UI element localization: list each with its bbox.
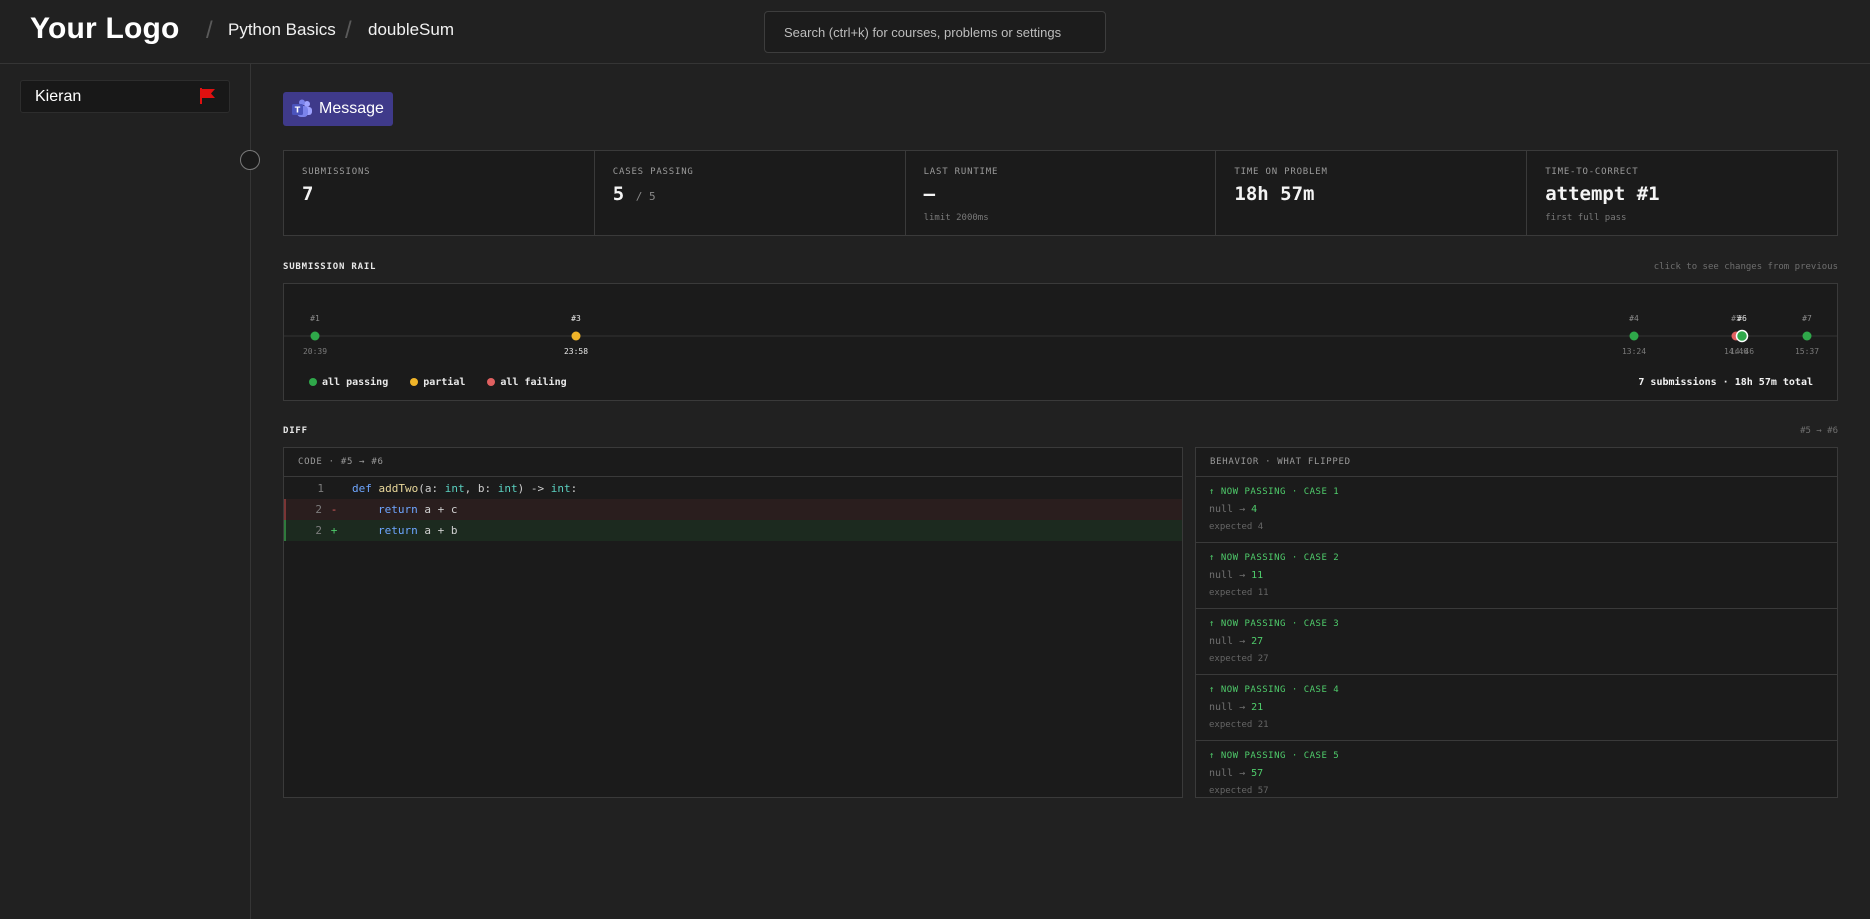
- code-line-deleted: 2- return a + c: [284, 499, 1182, 520]
- svg-text:#7: #7: [1802, 314, 1812, 323]
- sidebar-collapse-toggle[interactable]: [240, 150, 260, 170]
- svg-text:T: T: [295, 106, 301, 115]
- case-item[interactable]: ↑ NOW PASSING · CASE 5 null → 57 expecte…: [1196, 741, 1837, 797]
- stat-cases-passing: CASES PASSING 5 / 5: [595, 151, 906, 235]
- sidebar: [0, 64, 251, 919]
- svg-text:#6: #6: [1737, 314, 1747, 323]
- stat-value: 7: [302, 183, 314, 205]
- legend-fail: all failing: [487, 377, 567, 388]
- rail-total: 7 submissions · 18h 57m total: [1638, 377, 1813, 388]
- diff-title: DIFF: [283, 426, 308, 436]
- case-item[interactable]: ↑ NOW PASSING · CASE 1 null → 4 expected…: [1196, 477, 1837, 543]
- stat-sub: limit 2000ms: [923, 213, 989, 223]
- rail-title: SUBMISSION RAIL: [283, 262, 377, 272]
- breadcrumb-problem[interactable]: doubleSum: [368, 20, 454, 40]
- svg-text:23:58: 23:58: [564, 347, 588, 356]
- behavior-panel: BEHAVIOR · WHAT FLIPPED ↑ NOW PASSING · …: [1195, 447, 1838, 798]
- submission-rail: #1 20:39 #3 23:58 #4 13:24 #5 14:46 #6 14:46 #7 15:…: [283, 283, 1838, 401]
- breadcrumb-separator: /: [345, 17, 352, 44]
- svg-text:15:37: 15:37: [1795, 347, 1819, 356]
- stat-time-on-problem: TIME ON PROBLEM 18h 57m: [1216, 151, 1528, 235]
- breadcrumb-course[interactable]: Python Basics: [228, 20, 336, 40]
- stats-bar: SUBMISSIONS 7 CASES PASSING 5 / 5 LAST R…: [283, 150, 1838, 236]
- rail-submission-4[interactable]: #4 13:24: [1622, 314, 1646, 356]
- stat-value: 18h 57m: [1234, 183, 1315, 205]
- case-item[interactable]: ↑ NOW PASSING · CASE 3 null → 27 expecte…: [1196, 609, 1837, 675]
- case-item[interactable]: ↑ NOW PASSING · CASE 2 null → 11 expecte…: [1196, 543, 1837, 609]
- rail-submission-7[interactable]: #7 15:37: [1795, 314, 1819, 356]
- stat-label: TIME ON PROBLEM: [1234, 167, 1328, 177]
- student-name: Kieran: [35, 87, 82, 105]
- code-diff-panel: CODE · #5 → #6 1 def addTwo(a: int, b: i…: [283, 447, 1183, 798]
- stat-last-runtime: LAST RUNTIME — limit 2000ms: [906, 151, 1217, 235]
- legend-partial: partial: [410, 377, 465, 388]
- breadcrumb-separator: /: [206, 17, 213, 44]
- search-input[interactable]: Search (ctrl+k) for courses, problems or…: [764, 11, 1106, 53]
- code-line-added: 2 + return a + b: [284, 520, 1182, 541]
- flag-icon[interactable]: [200, 88, 215, 104]
- svg-text:13:24: 13:24: [1622, 347, 1646, 356]
- stat-value: —: [923, 183, 936, 205]
- rail-legend: all passing partial all failing: [309, 377, 567, 388]
- stat-sub: first full pass: [1545, 213, 1627, 223]
- message-button[interactable]: T Message: [283, 92, 393, 126]
- top-header: Your Logo / Python Basics / doubleSum Se…: [0, 0, 1870, 64]
- rail-hint: click to see changes from previous: [1653, 262, 1838, 272]
- case-item[interactable]: ↑ NOW PASSING · CASE 4 null → 21 expecte…: [1196, 675, 1837, 741]
- diff-range: #5 → #6: [1800, 426, 1838, 436]
- rail-submission-1[interactable]: #1 20:39: [303, 314, 327, 356]
- svg-text:14:46: 14:46: [1730, 347, 1754, 356]
- code-panel-head: CODE · #5 → #6: [284, 448, 1182, 477]
- svg-text:#1: #1: [310, 314, 320, 323]
- svg-text:#3: #3: [571, 314, 581, 323]
- stat-label: LAST RUNTIME: [923, 167, 999, 177]
- svg-text:20:39: 20:39: [303, 347, 327, 356]
- stat-value: attempt #1: [1545, 183, 1660, 205]
- stat-value: 5 / 5: [612, 183, 656, 205]
- logo[interactable]: Your Logo: [30, 12, 180, 46]
- code-line: 1 def addTwo(a: int, b: int) -> int:: [317, 482, 578, 495]
- svg-text:#4: #4: [1629, 314, 1639, 323]
- legend-pass: all passing: [309, 377, 388, 388]
- behavior-panel-head: BEHAVIOR · WHAT FLIPPED: [1196, 448, 1837, 477]
- student-item[interactable]: Kieran: [20, 80, 230, 113]
- stat-time-to-correct: TIME-TO-CORRECT attempt #1 first full pa…: [1527, 151, 1837, 235]
- stat-label: SUBMISSIONS: [302, 167, 371, 177]
- stat-label: TIME-TO-CORRECT: [1545, 167, 1639, 177]
- stat-submissions: SUBMISSIONS 7: [284, 151, 595, 235]
- message-button-label: Message: [319, 100, 384, 117]
- stat-label: CASES PASSING: [612, 167, 694, 177]
- rail-submission-3[interactable]: #3 23:58: [564, 314, 588, 356]
- teams-icon: T: [292, 99, 312, 117]
